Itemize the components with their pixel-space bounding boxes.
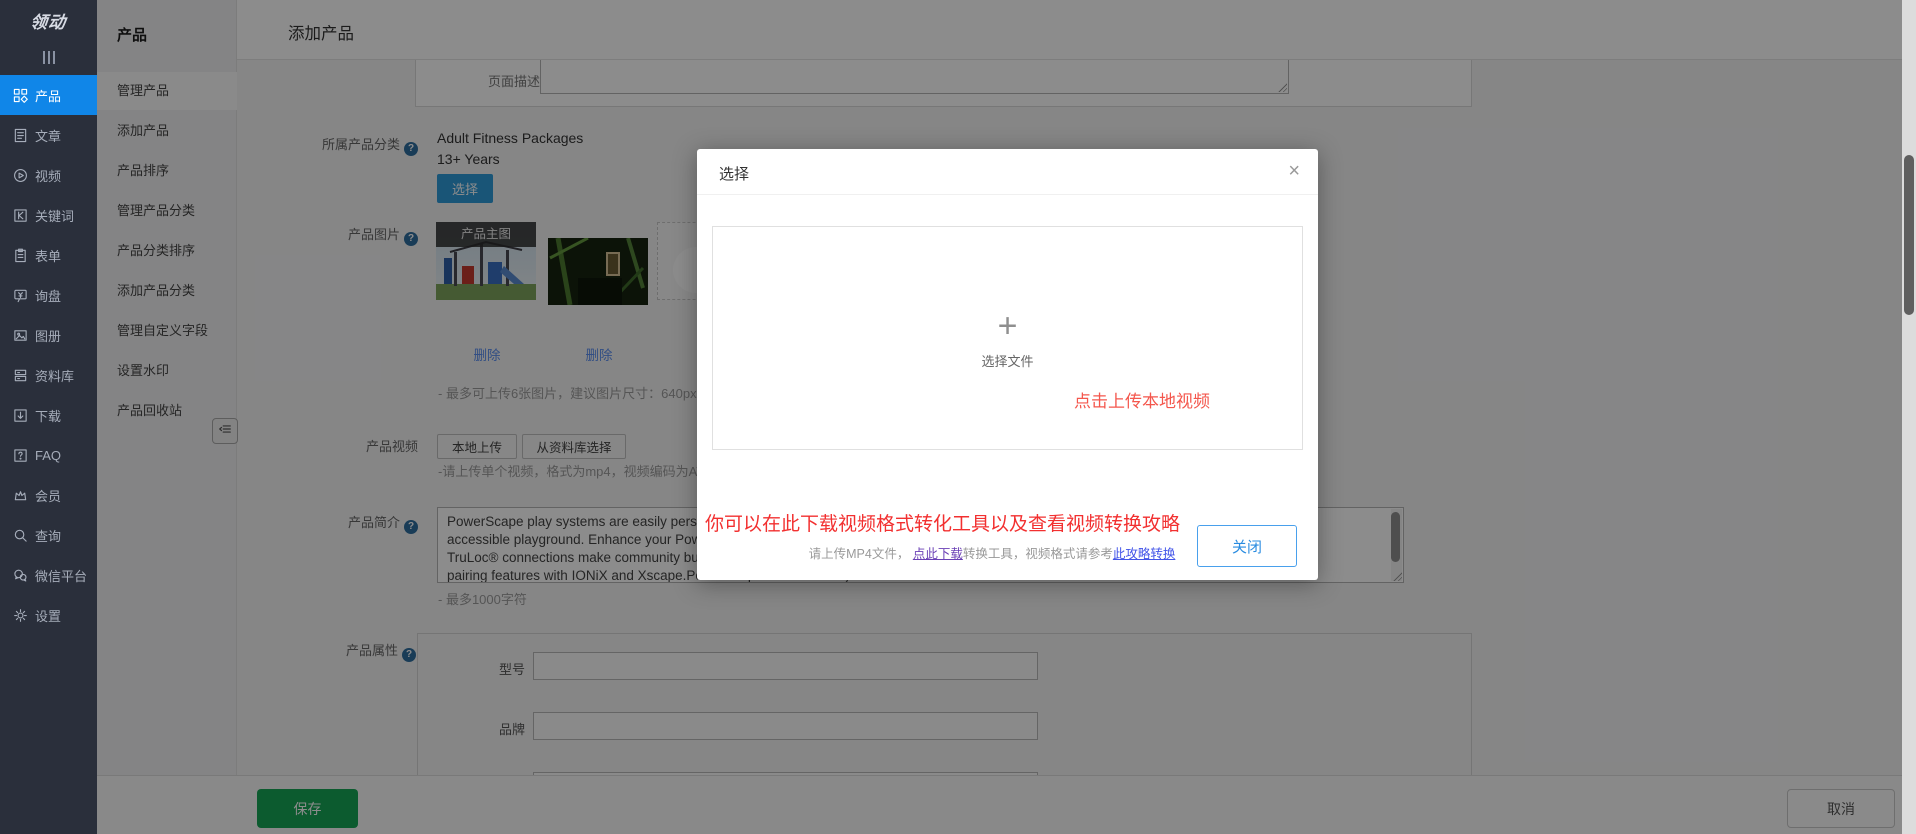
sidebar-item-label: 文章 bbox=[35, 128, 62, 144]
sidebar-item-forms[interactable]: 表单 bbox=[0, 235, 97, 275]
wechat-icon bbox=[13, 568, 28, 583]
sidebar-item-label: 资料库 bbox=[35, 368, 75, 384]
sidebar-item-members[interactable]: 会员 bbox=[0, 475, 97, 515]
library-icon bbox=[13, 368, 28, 383]
tip-pre: 请上传MP4文件， bbox=[808, 547, 913, 561]
sidebar-item-videos[interactable]: 视频 bbox=[0, 155, 97, 195]
grid-icon bbox=[13, 88, 28, 103]
dialog-title: 选择 bbox=[719, 166, 750, 183]
sidebar-item-products[interactable]: 产品 bbox=[0, 75, 97, 115]
sidebar-item-wechat[interactable]: 微信平台 bbox=[0, 555, 97, 595]
keyword-icon bbox=[13, 208, 28, 223]
download-tool-link[interactable]: 点此下载 bbox=[913, 547, 963, 561]
sidebar-item-label: 询盘 bbox=[35, 288, 62, 304]
converter-tip-heading: 你可以在此下载视频格式转化工具以及查看视频转换攻略 bbox=[705, 514, 1181, 535]
sidebar-item-label: 会员 bbox=[35, 488, 62, 504]
dialog-header: 选择 × bbox=[697, 149, 1318, 195]
close-icon[interactable]: × bbox=[1288, 160, 1300, 182]
sidebar-item-library[interactable]: 资料库 bbox=[0, 355, 97, 395]
download-icon bbox=[13, 408, 28, 423]
video-upload-dropzone[interactable]: + 选择文件 点击上传本地视频 bbox=[712, 226, 1303, 450]
sidebar-item-label: 产品 bbox=[35, 88, 62, 104]
inquiry-icon bbox=[13, 288, 28, 303]
tip-mid: 转换工具，视频格式请参考 bbox=[962, 547, 1113, 561]
sidebar-item-label: 图册 bbox=[35, 328, 62, 344]
main-sidebar: 领动 产品 文章 视频 关键词 表单 询盘 图册 资料库 下载 FAQ 会员 查… bbox=[0, 0, 97, 834]
convert-guide-link[interactable]: 此攻略转换 bbox=[1113, 547, 1176, 561]
member-icon bbox=[13, 488, 28, 503]
sidebar-item-label: FAQ bbox=[35, 447, 62, 463]
sidebar-item-label: 下载 bbox=[35, 408, 62, 424]
search-icon bbox=[13, 528, 28, 543]
faq-icon bbox=[13, 448, 28, 463]
sidebar-item-albums[interactable]: 图册 bbox=[0, 315, 97, 355]
sidebar-item-label: 微信平台 bbox=[35, 568, 88, 584]
app-root: 产品 管理产品 添加产品 产品排序 管理产品分类 产品分类排序 添加产品分类 管… bbox=[0, 0, 1916, 834]
choose-file-label[interactable]: 选择文件 bbox=[713, 351, 1302, 370]
sidebar-item-label: 表单 bbox=[35, 248, 62, 264]
video-select-dialog: 选择 × + 选择文件 点击上传本地视频 你可以在此下载视频格式转化工具以及查看… bbox=[697, 149, 1318, 580]
converter-tip-line: 请上传MP4文件， 点此下载转换工具，视频格式请参考此攻略转换 bbox=[772, 543, 1212, 562]
sidebar-item-keywords[interactable]: 关键词 bbox=[0, 195, 97, 235]
gear-icon bbox=[13, 608, 28, 623]
sidebar-item-articles[interactable]: 文章 bbox=[0, 115, 97, 155]
form-icon bbox=[13, 248, 28, 263]
brand-logo: 领动 bbox=[29, 12, 68, 32]
sidebar-collapse-icon[interactable] bbox=[0, 44, 97, 70]
plus-icon[interactable]: + bbox=[713, 309, 1302, 343]
sidebar-item-settings[interactable]: 设置 bbox=[0, 595, 97, 635]
page-scrollbar-thumb[interactable] bbox=[1904, 155, 1914, 315]
sidebar-item-search[interactable]: 查询 bbox=[0, 515, 97, 555]
sidebar-item-label: 视频 bbox=[35, 168, 62, 184]
upload-hint-text: 点击上传本地视频 bbox=[1074, 392, 1210, 411]
sidebar-item-downloads[interactable]: 下载 bbox=[0, 395, 97, 435]
album-icon bbox=[13, 328, 28, 343]
sidebar-item-label: 查询 bbox=[35, 528, 62, 544]
dialog-close-button[interactable]: 关闭 bbox=[1197, 525, 1297, 567]
page-scrollbar[interactable] bbox=[1902, 0, 1916, 834]
sidebar-item-label: 关键词 bbox=[35, 208, 75, 224]
sidebar-item-label: 设置 bbox=[35, 608, 62, 624]
video-icon bbox=[13, 168, 28, 183]
sidebar-item-faq[interactable]: FAQ bbox=[0, 435, 97, 475]
article-icon bbox=[13, 128, 28, 143]
sidebar-item-inquiries[interactable]: 询盘 bbox=[0, 275, 97, 315]
